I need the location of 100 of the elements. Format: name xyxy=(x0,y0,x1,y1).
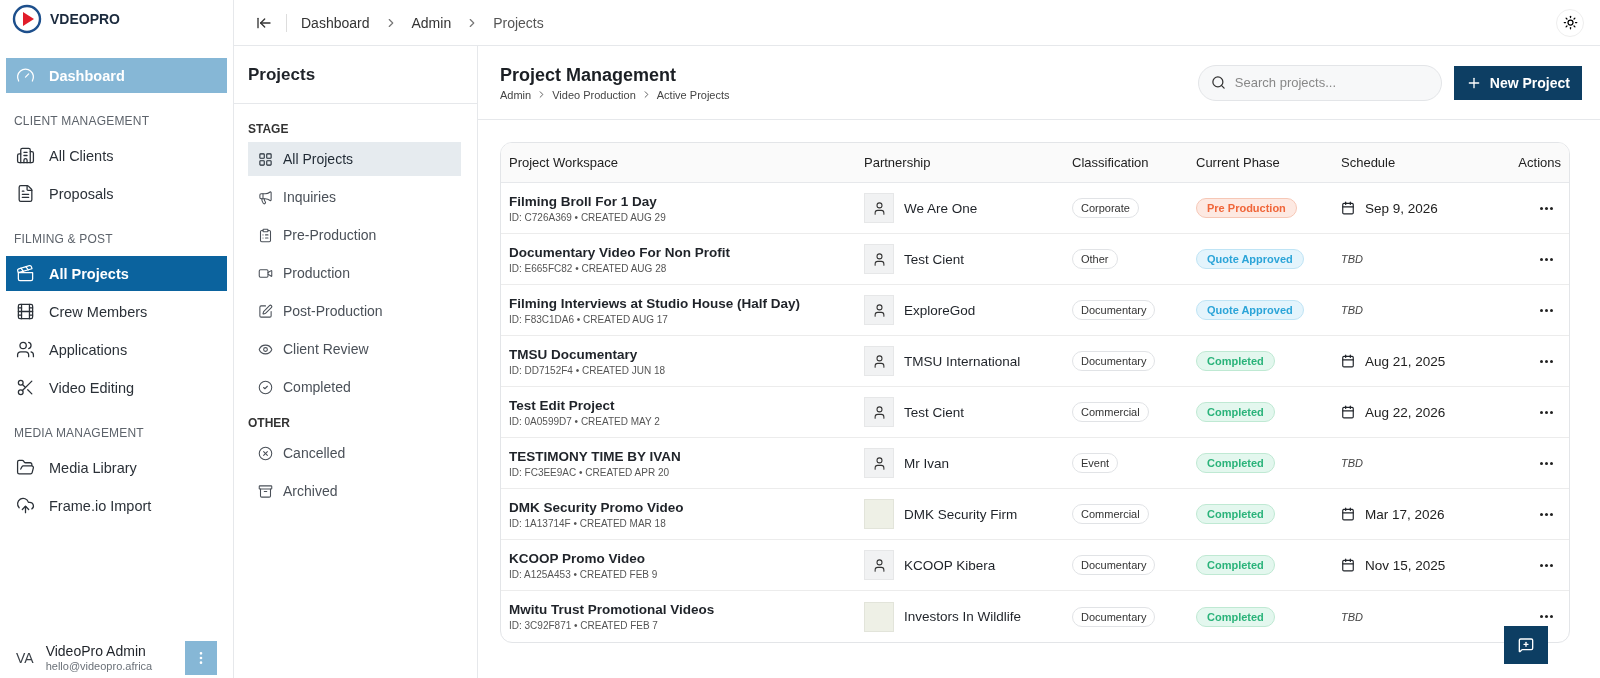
filter-item[interactable]: Archived xyxy=(248,474,461,508)
user-icon xyxy=(871,557,887,573)
nav-item[interactable]: Video Editing xyxy=(6,370,227,405)
chat-button[interactable] xyxy=(1504,626,1548,664)
row-actions-button[interactable] xyxy=(1540,563,1553,567)
cloud-upload-icon xyxy=(16,496,35,515)
project-meta: ID: 3C92F871 • CREATED FEB 7 xyxy=(509,620,659,631)
filter-section-heading: STAGE xyxy=(248,121,290,138)
filter-item[interactable]: Inquiries xyxy=(248,180,461,214)
user-icon xyxy=(871,251,887,267)
phase-badge: Quote Approved xyxy=(1196,300,1304,320)
column-header: Project Workspace xyxy=(508,155,619,170)
phase-badge: Completed xyxy=(1196,453,1275,473)
breadcrumb-link[interactable]: Dashboard xyxy=(301,14,370,31)
project-meta: ID: E665FC82 • CREATED AUG 28 xyxy=(509,262,668,274)
partner-name: Mr Ivan xyxy=(904,455,949,471)
project-meta: ID: DD7152F4 • CREATED JUN 18 xyxy=(509,364,667,376)
user-initials: VA xyxy=(16,650,34,666)
archive-icon xyxy=(258,483,273,499)
row-actions-button[interactable] xyxy=(1540,512,1553,516)
x-circle-icon xyxy=(258,445,273,461)
calendar-icon xyxy=(1341,558,1355,572)
user-email: hello@videopro.africa xyxy=(45,659,154,672)
project-name: DMK Security Promo Video xyxy=(509,499,685,515)
nav-item[interactable]: Proposals xyxy=(6,176,227,211)
breadcrumb-link[interactable]: Projects xyxy=(493,14,544,31)
panel-title: Projects xyxy=(234,46,477,104)
eye-icon xyxy=(258,341,273,357)
project-name: Test Edit Project xyxy=(509,397,616,413)
partner-name: ExploreGod xyxy=(904,302,976,318)
schedule-date: Mar 17, 2026 xyxy=(1365,506,1445,522)
phase-badge: Completed xyxy=(1196,555,1275,575)
schedule-date: Aug 21, 2025 xyxy=(1365,353,1446,369)
new-project-button[interactable]: New Project xyxy=(1453,65,1582,100)
user-name: VideoPro Admin xyxy=(45,644,147,660)
partner-name: KCOOP Kibera xyxy=(904,557,996,573)
user-icon xyxy=(871,200,887,216)
film-icon xyxy=(16,302,35,321)
chat-icon xyxy=(1518,637,1534,653)
filter-item[interactable]: Pre-Production xyxy=(248,218,461,252)
phase-badge: Completed xyxy=(1196,402,1275,422)
more-icon xyxy=(1540,257,1553,261)
schedule-date: TBD xyxy=(1341,253,1363,265)
row-actions-button[interactable] xyxy=(1540,410,1553,414)
nav-section-heading: FILMING & POST xyxy=(13,231,114,248)
clapperboard-icon xyxy=(16,264,35,283)
row-actions-button[interactable] xyxy=(1540,615,1553,618)
breadcrumb-link[interactable]: Admin xyxy=(411,14,452,31)
project-name: TMSU Documentary xyxy=(509,346,639,362)
schedule-date: Sep 9, 2026 xyxy=(1365,200,1438,216)
filter-item[interactable]: Cancelled xyxy=(248,436,461,470)
calendar-icon xyxy=(1341,507,1355,521)
nav-item[interactable]: Applications xyxy=(6,332,227,367)
nav-item[interactable]: Frame.io Import xyxy=(6,488,227,523)
nav-item[interactable]: Crew Members xyxy=(6,294,227,329)
search-icon xyxy=(1210,74,1226,90)
column-header: Actions xyxy=(1517,155,1562,170)
partner-name: Test Cient xyxy=(904,404,965,420)
schedule-date: TBD xyxy=(1341,304,1363,316)
breadcrumb-item: Video Production xyxy=(552,88,636,101)
phase-badge: Completed xyxy=(1196,351,1275,371)
calendar-icon xyxy=(1341,354,1355,368)
column-header: Classification xyxy=(1071,155,1150,170)
theme-toggle-button[interactable] xyxy=(1556,8,1584,37)
schedule-date: TBD xyxy=(1341,457,1363,469)
logo-icon xyxy=(12,4,42,34)
edit-icon xyxy=(258,303,273,319)
nav-item[interactable]: Media Library xyxy=(6,450,227,485)
more-icon xyxy=(1540,512,1553,516)
breadcrumb-item: Active Projects xyxy=(656,88,730,101)
phase-badge: Completed xyxy=(1196,606,1275,627)
filter-item[interactable]: Completed xyxy=(248,370,461,404)
schedule-date: Nov 15, 2025 xyxy=(1365,557,1446,573)
filter-item[interactable]: Production xyxy=(248,256,461,290)
nav-item[interactable]: All Projects xyxy=(6,256,227,291)
filter-item[interactable]: Client Review xyxy=(248,332,461,366)
project-meta: ID: C726A369 • CREATED AUG 29 xyxy=(509,211,667,223)
row-actions-button[interactable] xyxy=(1540,308,1553,312)
more-icon xyxy=(1540,563,1553,567)
nav-item[interactable]: All Clients xyxy=(6,138,227,173)
column-header: Schedule xyxy=(1340,155,1397,170)
row-actions-button[interactable] xyxy=(1540,257,1553,261)
row-actions-button[interactable] xyxy=(1540,359,1553,363)
clipboard-icon xyxy=(258,227,273,243)
more-icon xyxy=(1540,461,1553,465)
filter-item[interactable]: Post-Production xyxy=(248,294,461,328)
megaphone-icon xyxy=(258,189,273,205)
nav-section-heading: MEDIA MANAGEMENT xyxy=(13,425,145,442)
project-meta: ID: F83C1DA6 • CREATED AUG 17 xyxy=(509,313,669,325)
search-field[interactable]: Search projects... xyxy=(1197,64,1442,101)
partner-name: TMSU International xyxy=(904,353,1021,369)
partner-name: Investors In Wildlife xyxy=(904,609,1022,624)
project-name: KCOOP Promo Video xyxy=(509,550,647,566)
project-meta: ID: FC3EE9AC • CREATED APR 20 xyxy=(509,466,671,478)
more-icon xyxy=(1540,410,1553,414)
row-actions-button[interactable] xyxy=(1540,206,1553,210)
document-icon xyxy=(16,184,35,203)
row-actions-button[interactable] xyxy=(1540,461,1553,465)
project-name: Documentary Video For Non Profit xyxy=(509,244,732,260)
filter-item[interactable]: All Projects xyxy=(248,142,461,176)
